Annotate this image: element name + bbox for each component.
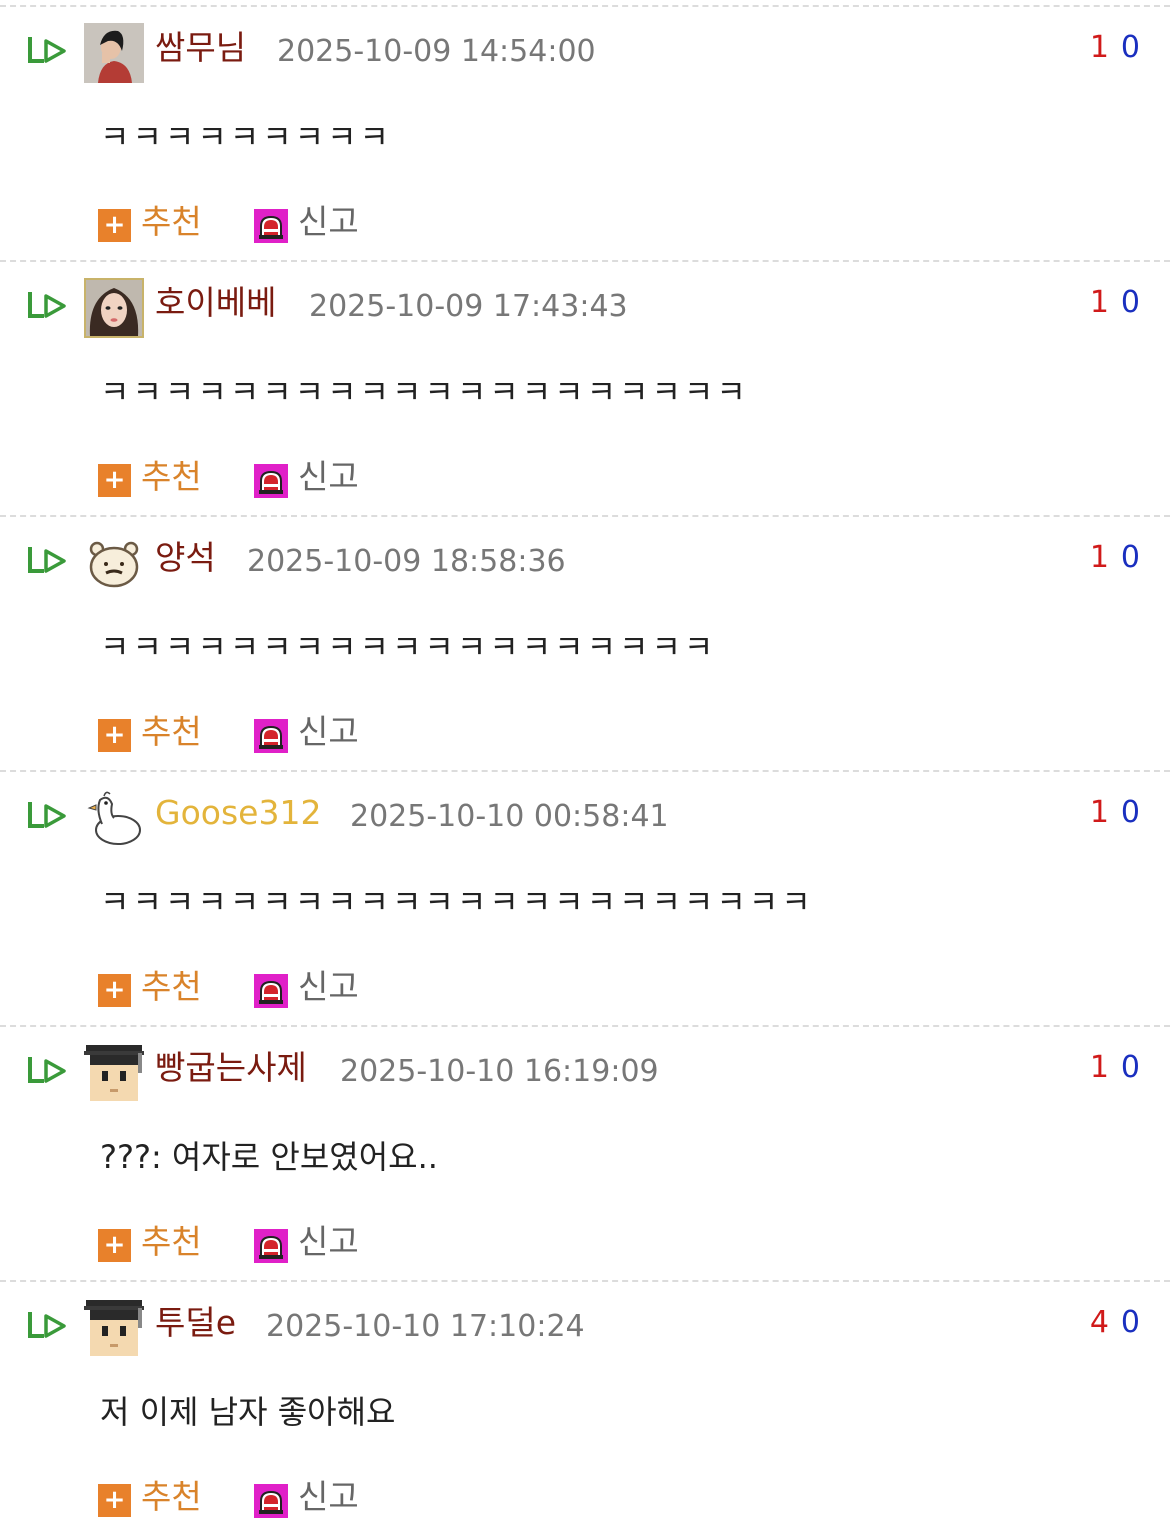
comment-actions: + 추천 신고 xyxy=(98,195,498,245)
recommend-button[interactable]: 추천 xyxy=(141,1476,202,1518)
comment-item: 양석 2025-10-09 18:58:36 10 ㅋㅋㅋㅋㅋㅋㅋㅋㅋㅋㅋㅋㅋㅋ… xyxy=(0,515,1170,770)
report-button[interactable]: 신고 xyxy=(298,711,359,753)
comment-date: 2025-10-10 17:10:24 xyxy=(266,1309,585,1344)
report-button[interactable]: 신고 xyxy=(298,456,359,498)
comment-item: 호이베베 2025-10-09 17:43:43 10 ㅋㅋㅋㅋㅋㅋㅋㅋㅋㅋㅋㅋ… xyxy=(0,260,1170,515)
vote-counts: 10 xyxy=(1090,1050,1140,1086)
comment-body: ㅋㅋㅋㅋㅋㅋㅋㅋㅋㅋㅋㅋㅋㅋㅋㅋㅋㅋㅋㅋ xyxy=(100,373,749,411)
report-button[interactable]: 신고 xyxy=(298,1476,359,1518)
vote-up-count: 1 xyxy=(1089,795,1109,830)
vote-up-count: 1 xyxy=(1089,540,1109,575)
author-name[interactable]: 양석 xyxy=(155,537,216,579)
comment-actions: + 추천 신고 xyxy=(98,960,498,1010)
vote-up-count: 4 xyxy=(1089,1305,1109,1340)
reply-arrow-icon xyxy=(28,1057,66,1083)
recommend-button[interactable]: 추천 xyxy=(141,1221,202,1263)
recommend-button[interactable]: 추천 xyxy=(141,456,202,498)
avatar[interactable] xyxy=(84,788,144,848)
plus-icon[interactable]: + xyxy=(98,1484,131,1517)
vote-down-count: 0 xyxy=(1120,30,1140,65)
plus-icon[interactable]: + xyxy=(98,209,131,242)
siren-icon[interactable] xyxy=(254,1484,288,1518)
comment-date: 2025-10-09 17:43:43 xyxy=(309,289,628,324)
reply-arrow-icon xyxy=(28,547,66,573)
plus-icon[interactable]: + xyxy=(98,464,131,497)
siren-icon[interactable] xyxy=(254,464,288,498)
avatar[interactable] xyxy=(84,533,144,593)
vote-down-count: 0 xyxy=(1120,795,1140,830)
recommend-button[interactable]: 추천 xyxy=(141,711,202,753)
vote-counts: 10 xyxy=(1090,285,1140,321)
avatar[interactable] xyxy=(84,1298,144,1358)
comment-date: 2025-10-09 14:54:00 xyxy=(277,34,596,69)
plus-icon[interactable]: + xyxy=(98,1229,131,1262)
avatar[interactable] xyxy=(84,278,144,338)
reply-arrow-icon xyxy=(28,37,66,63)
comment-item: Goose312 2025-10-10 00:58:41 10 ㅋㅋㅋㅋㅋㅋㅋㅋ… xyxy=(0,770,1170,1025)
comment-body: ㅋㅋㅋㅋㅋㅋㅋㅋㅋ xyxy=(100,118,392,156)
reply-arrow-icon xyxy=(28,1312,66,1338)
comment-actions: + 추천 신고 xyxy=(98,1215,498,1265)
siren-icon[interactable] xyxy=(254,974,288,1008)
comment-date: 2025-10-10 16:19:09 xyxy=(340,1054,659,1089)
vote-counts: 10 xyxy=(1090,795,1140,831)
comment-actions: + 추천 신고 xyxy=(98,1470,498,1520)
vote-up-count: 1 xyxy=(1089,30,1109,65)
report-button[interactable]: 신고 xyxy=(298,201,359,243)
vote-down-count: 0 xyxy=(1120,285,1140,320)
comment-date: 2025-10-10 00:58:41 xyxy=(350,799,669,834)
author-name[interactable]: 빵굽는사제 xyxy=(155,1047,307,1089)
comment-date: 2025-10-09 18:58:36 xyxy=(247,544,566,579)
avatar[interactable] xyxy=(84,1043,144,1103)
recommend-button[interactable]: 추천 xyxy=(141,201,202,243)
author-name[interactable]: 투덜e xyxy=(155,1302,236,1344)
plus-icon[interactable]: + xyxy=(98,974,131,1007)
plus-icon[interactable]: + xyxy=(98,719,131,752)
avatar[interactable] xyxy=(84,23,144,83)
reply-arrow-icon xyxy=(28,802,66,828)
comment-body: ㅋㅋㅋㅋㅋㅋㅋㅋㅋㅋㅋㅋㅋㅋㅋㅋㅋㅋㅋ xyxy=(100,628,717,666)
comment-actions: + 추천 신고 xyxy=(98,450,498,500)
siren-icon[interactable] xyxy=(254,719,288,753)
comment-body: ㅋㅋㅋㅋㅋㅋㅋㅋㅋㅋㅋㅋㅋㅋㅋㅋㅋㅋㅋㅋㅋㅋ xyxy=(100,883,814,921)
siren-icon[interactable] xyxy=(254,209,288,243)
author-name[interactable]: 호이베베 xyxy=(155,282,276,324)
vote-up-count: 1 xyxy=(1089,285,1109,320)
comment-body: ???: 여자로 안보였어요.. xyxy=(100,1138,438,1176)
comment-body: 저 이제 남자 좋아해요 xyxy=(100,1393,396,1431)
siren-icon[interactable] xyxy=(254,1229,288,1263)
author-name[interactable]: 쌈무님 xyxy=(155,27,246,69)
recommend-button[interactable]: 추천 xyxy=(141,966,202,1008)
vote-down-count: 0 xyxy=(1120,540,1140,575)
vote-down-count: 0 xyxy=(1120,1050,1140,1085)
comment-item: 빵굽는사제 2025-10-10 16:19:09 10 ???: 여자로 안보… xyxy=(0,1025,1170,1280)
report-button[interactable]: 신고 xyxy=(298,1221,359,1263)
vote-counts: 10 xyxy=(1090,30,1140,66)
report-button[interactable]: 신고 xyxy=(298,966,359,1008)
vote-up-count: 1 xyxy=(1089,1050,1109,1085)
comment-item: 쌈무님 2025-10-09 14:54:00 10 ㅋㅋㅋㅋㅋㅋㅋㅋㅋ + 추… xyxy=(0,5,1170,260)
reply-arrow-icon xyxy=(28,292,66,318)
comment-item: 투덜e 2025-10-10 17:10:24 40 저 이제 남자 좋아해요 … xyxy=(0,1280,1170,1535)
vote-down-count: 0 xyxy=(1120,1305,1140,1340)
comment-actions: + 추천 신고 xyxy=(98,705,498,755)
vote-counts: 10 xyxy=(1090,540,1140,576)
author-name[interactable]: Goose312 xyxy=(155,792,321,834)
vote-counts: 40 xyxy=(1090,1305,1140,1341)
